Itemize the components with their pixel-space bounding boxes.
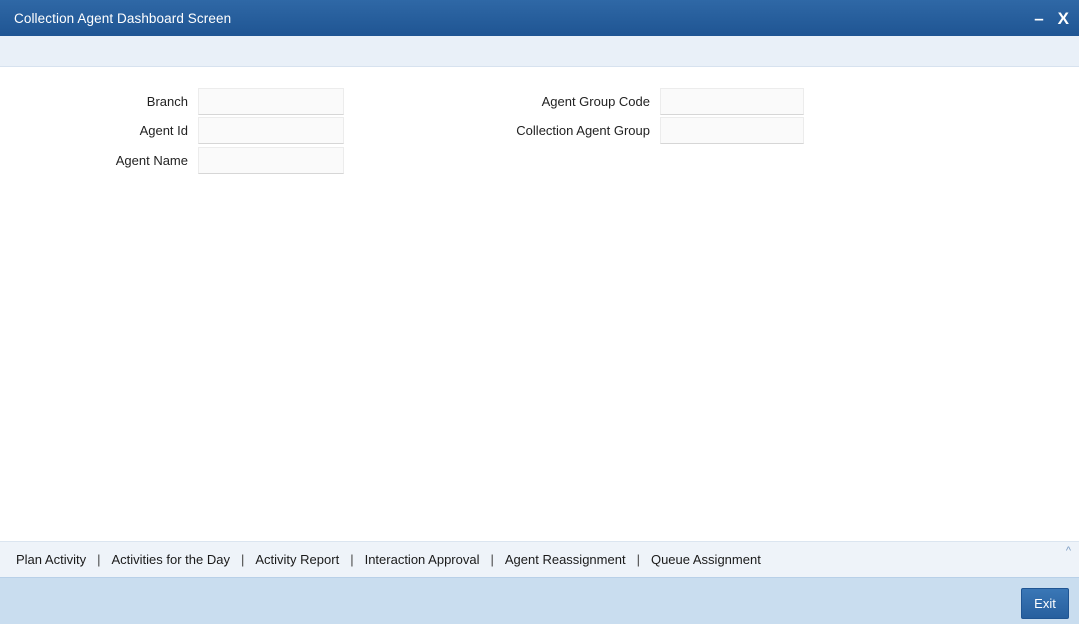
interaction-approval-link[interactable]: Interaction Approval <box>365 552 480 567</box>
collection-agent-group-field[interactable] <box>660 117 804 144</box>
queue-assignment-link[interactable]: Queue Assignment <box>651 552 761 567</box>
activity-report-link[interactable]: Activity Report <box>255 552 339 567</box>
action-links-bar: Plan Activity | Activities for the Day |… <box>0 541 1079 577</box>
title-bar: Collection Agent Dashboard Screen – X <box>0 0 1079 36</box>
collection-agent-group-label: Collection Agent Group <box>516 123 650 138</box>
collection-agent-group-row: Collection Agent Group <box>0 117 804 144</box>
footer-bar: Exit <box>0 577 1079 624</box>
collapse-caret-icon[interactable]: ^ <box>1066 545 1071 557</box>
window-controls: – X <box>1034 10 1069 27</box>
toolbar-strip <box>0 36 1079 67</box>
plan-activity-link[interactable]: Plan Activity <box>16 552 86 567</box>
close-icon[interactable]: X <box>1058 10 1069 27</box>
agent-group-code-label: Agent Group Code <box>541 94 650 109</box>
link-separator: | <box>350 552 354 567</box>
agent-group-code-row: Agent Group Code <box>0 88 804 115</box>
minimize-icon[interactable]: – <box>1034 10 1043 27</box>
link-separator: | <box>97 552 101 567</box>
agent-name-label: Agent Name <box>115 153 188 168</box>
activities-for-the-day-link[interactable]: Activities for the Day <box>111 552 230 567</box>
agent-name-field[interactable] <box>198 147 344 174</box>
window-title: Collection Agent Dashboard Screen <box>14 10 232 26</box>
link-separator: | <box>636 552 640 567</box>
link-separator: | <box>490 552 494 567</box>
agent-reassignment-link[interactable]: Agent Reassignment <box>505 552 626 567</box>
agent-group-code-field[interactable] <box>660 88 804 115</box>
exit-button[interactable]: Exit <box>1021 588 1069 619</box>
agent-name-row: Agent Name <box>0 147 344 174</box>
link-separator: | <box>240 552 245 567</box>
